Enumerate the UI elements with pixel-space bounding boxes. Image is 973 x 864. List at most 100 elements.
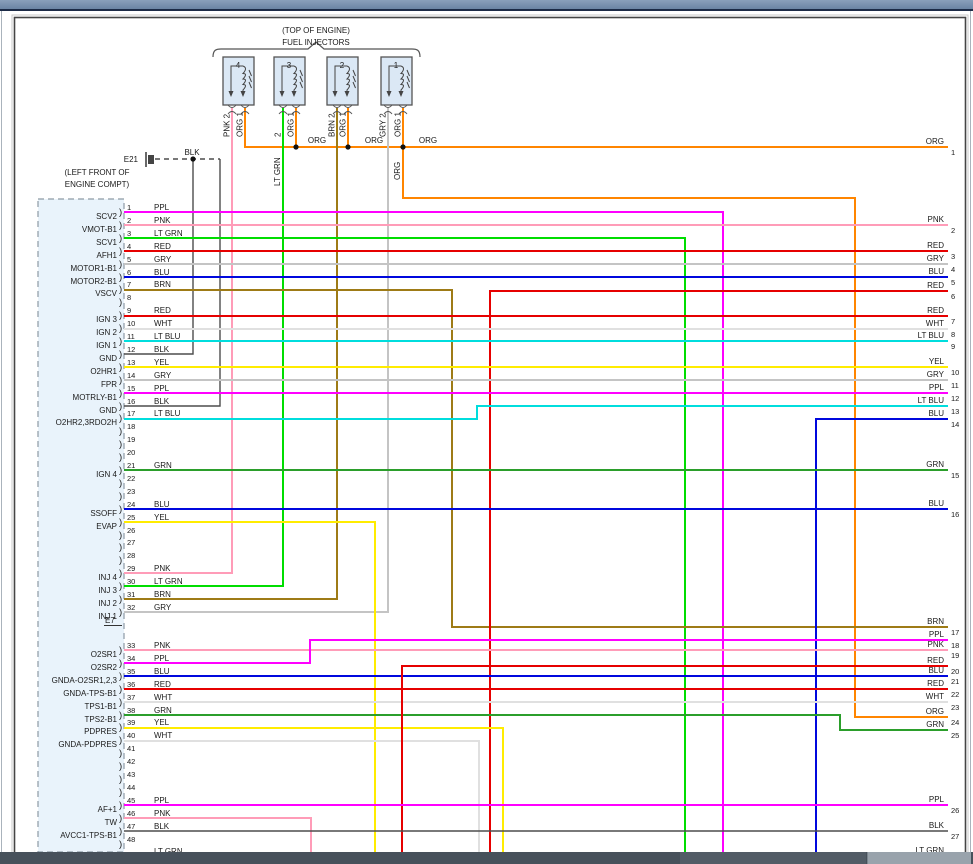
wire-color-label: RED	[927, 656, 944, 665]
pin-number: 2	[127, 216, 131, 225]
horizontal-scrollbar[interactable]	[0, 852, 973, 864]
wire-color-label: BLU	[928, 499, 944, 508]
pin-name: O2SR2	[91, 663, 118, 672]
wire-color-label: RED	[927, 281, 944, 290]
exit-number: 3	[951, 252, 955, 261]
wire-color-label: PNK	[928, 640, 945, 649]
wire-lt-grn	[124, 238, 685, 852]
pin-name: FPR	[101, 380, 117, 389]
pin-number: 46	[127, 809, 135, 818]
exit-number: 10	[951, 368, 959, 377]
wire-color-label: PNK	[154, 809, 171, 818]
pin-bracket: )	[119, 220, 122, 231]
pin-bracket: )	[119, 401, 122, 412]
wire-color-label: WHT	[154, 319, 172, 328]
injector-pin-label: BRN 2	[328, 113, 337, 137]
pin-name: O2HR2,3RDO2H	[56, 418, 118, 427]
pin-number: 38	[127, 706, 135, 715]
wire-color-label: YEL	[154, 358, 170, 367]
diagram-canvas: (TOP OF ENGINE)FUEL INJECTORS4PNK 2ORG 1…	[0, 0, 973, 864]
junction-dot	[345, 144, 350, 149]
scrollbar-thumb[interactable]	[867, 852, 971, 864]
pin-bracket: )	[119, 233, 122, 244]
pin-bracket: )	[119, 504, 122, 515]
wire-ppl	[124, 640, 948, 663]
exit-number: 27	[951, 832, 959, 841]
wire-color-label: RED	[927, 306, 944, 315]
ground-ref-label: E21	[124, 155, 139, 164]
pin-number: 21	[127, 461, 135, 470]
pin-bracket: )	[119, 671, 122, 682]
wire-color-label: PPL	[929, 383, 945, 392]
pin-name: MOTRLY-B1	[73, 393, 118, 402]
wire-red	[402, 666, 948, 852]
wire-color-label: RED	[154, 242, 171, 251]
pin-number: 22	[127, 474, 135, 483]
pin-name: INJ 3	[98, 586, 117, 595]
wire-color-label: BLU	[928, 267, 944, 276]
pin-name: AF+1	[98, 805, 118, 814]
exit-number: 24	[951, 718, 959, 727]
injector-group-label: FUEL INJECTORS	[282, 38, 350, 47]
pin-number: 45	[127, 796, 135, 805]
pin-bracket: )	[119, 645, 122, 656]
wiring-diagram: (TOP OF ENGINE)FUEL INJECTORS4PNK 2ORG 1…	[0, 0, 973, 864]
wire-color-label: BLU	[154, 500, 170, 509]
pin-name: SCV1	[96, 238, 117, 247]
pin-name: MOTOR1-B1	[70, 264, 117, 273]
pin-number: 40	[127, 731, 135, 740]
injector-pin-label: 2	[274, 132, 283, 137]
pin-number: 14	[127, 371, 135, 380]
wire-color-label: BRN	[927, 617, 944, 626]
pin-number: 4	[127, 242, 131, 251]
wire-color-label: GRY	[154, 603, 172, 612]
pin-bracket: )	[119, 310, 122, 321]
pin-number: 12	[127, 345, 135, 354]
pin-bracket: )	[119, 684, 122, 695]
wire-color-label: LT GRN	[154, 229, 183, 238]
exit-number: 14	[951, 420, 959, 429]
exit-number: 2	[951, 226, 955, 235]
injector-pin-label: ORG 1	[394, 112, 403, 137]
pin-bracket: )	[119, 710, 122, 721]
exit-number: 17	[951, 628, 959, 637]
wire-color-label: ORG	[926, 137, 944, 146]
pin-bracket: )	[119, 517, 122, 528]
wire-color-label: PPL	[154, 203, 170, 212]
pin-bracket: )	[119, 439, 122, 450]
pin-number: 16	[127, 397, 135, 406]
pin-bracket: )	[119, 388, 122, 399]
pin-number: 11	[127, 332, 135, 341]
pin-number: 23	[127, 487, 135, 496]
pin-name: INJ 2	[98, 599, 117, 608]
pin-name: IGN 3	[96, 315, 117, 324]
pin-bracket: )	[119, 697, 122, 708]
wire-color-label: WHT	[926, 692, 944, 701]
pin-number: 42	[127, 757, 135, 766]
pin-bracket: )	[119, 362, 122, 373]
wire-color-label: BLK	[154, 345, 170, 354]
pin-number: 1	[127, 203, 131, 212]
pin-number: 3	[127, 229, 131, 238]
exit-number: 26	[951, 806, 959, 815]
pin-bracket: )	[119, 761, 122, 772]
pin-bracket: )	[119, 426, 122, 437]
pin-number: 18	[127, 422, 135, 431]
wire-color-label: PPL	[154, 384, 170, 393]
wire-color-label: BLU	[928, 666, 944, 675]
wire-color-label: PPL	[929, 795, 945, 804]
pin-bracket: )	[119, 594, 122, 605]
pin-name: GNDA-TPS-B1	[63, 689, 117, 698]
exit-number: 5	[951, 278, 955, 287]
exit-number: 21	[951, 677, 959, 686]
exit-number: 9	[951, 342, 955, 351]
pin-number: 43	[127, 770, 135, 779]
wire-color-label: PPL	[154, 796, 170, 805]
pin-name: GND	[99, 406, 117, 415]
pin-name: IGN 4	[96, 470, 117, 479]
wire-color-label: ORG	[926, 707, 944, 716]
window-title-bar	[0, 0, 973, 11]
pin-bracket: )	[119, 748, 122, 759]
pin-bracket: )	[119, 413, 122, 424]
bus-wire-label: ORG	[308, 136, 326, 145]
